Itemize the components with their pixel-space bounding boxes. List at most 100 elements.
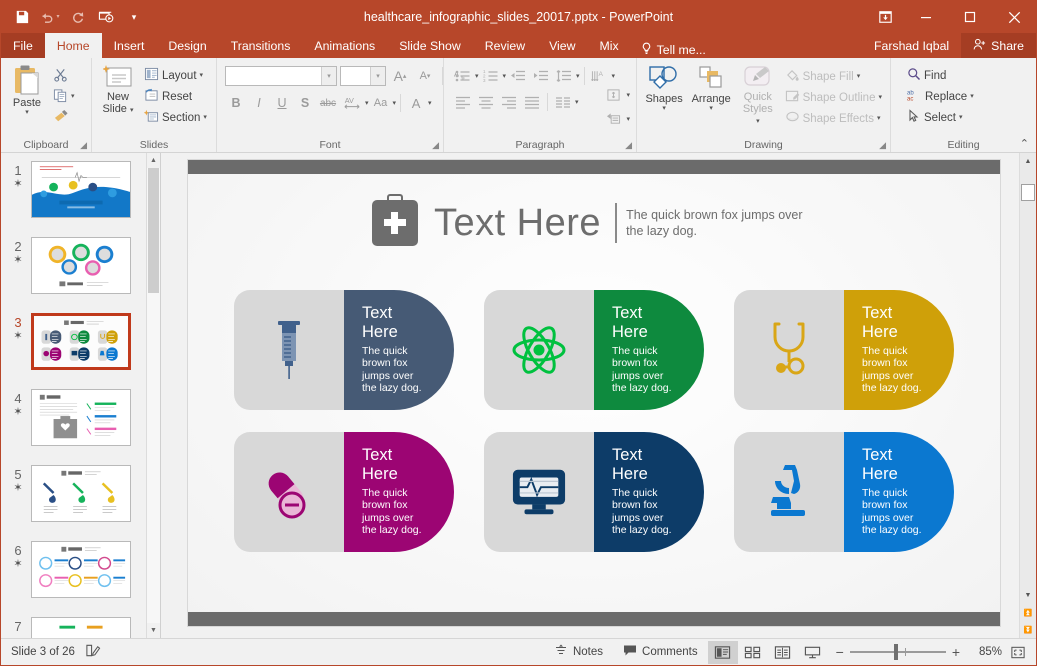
font-size-chevron-down-icon[interactable]: ▾ — [370, 67, 385, 85]
tab-mix[interactable]: Mix — [588, 33, 631, 58]
slide-sorter-view-button[interactable] — [738, 641, 768, 664]
columns-caret-icon[interactable]: ▾ — [575, 99, 579, 106]
shapes-button[interactable]: Shapes ▾ — [641, 63, 687, 114]
editor-scroll-thumb[interactable] — [1021, 184, 1035, 201]
card-pills[interactable]: Text Here The quick brown fox jumps over… — [234, 431, 454, 552]
underline-button[interactable]: U — [271, 92, 293, 114]
zoom-handle[interactable] — [893, 644, 898, 660]
editor-vertical-scrollbar[interactable]: ▲ ▼ ⏫ ⏬ — [1019, 153, 1036, 638]
close-button[interactable] — [992, 1, 1036, 33]
thumbnail-row-1[interactable]: 1 ✶ — [1, 161, 160, 237]
card-monitor[interactable]: Text Here The quick brown fox jumps over… — [484, 431, 704, 552]
numbering-button[interactable]: 123 — [480, 65, 502, 87]
character-spacing-button[interactable]: AV — [340, 92, 364, 114]
account-name[interactable]: Farshad Iqbal — [862, 39, 961, 53]
thumbnail-scroll-up-icon[interactable]: ▲ — [147, 153, 160, 168]
reading-view-button[interactable] — [768, 641, 798, 664]
zoom-level[interactable]: 85% — [968, 646, 1002, 658]
thumbnail-scroll-thumb[interactable] — [148, 168, 159, 293]
editor-scroll-track[interactable] — [1020, 201, 1036, 587]
reset-button[interactable]: Reset — [140, 86, 211, 107]
character-spacing-caret-icon[interactable]: ▾ — [365, 100, 369, 107]
cut-button[interactable] — [49, 65, 79, 86]
thumbnail-row-2[interactable]: 2 ✶ — [1, 237, 160, 313]
zoom-track[interactable] — [849, 644, 946, 660]
tab-insert[interactable]: Insert — [102, 33, 157, 58]
font-size-combo[interactable]: ▾ — [340, 66, 386, 86]
normal-view-button[interactable] — [707, 640, 738, 664]
fit-slide-button[interactable] — [1002, 645, 1028, 660]
comments-button[interactable]: Comments — [613, 639, 708, 666]
shape-fill-button[interactable]: Shape Fill ▾ — [781, 66, 886, 87]
thumbnail-scrollbar[interactable]: ▲ ▼ — [146, 153, 160, 638]
thumbnail-scroll-down-icon[interactable]: ▼ — [147, 623, 160, 638]
thumbnail-scroll-track[interactable] — [147, 168, 160, 623]
thumbnail-1[interactable] — [31, 161, 131, 218]
layout-caret-icon[interactable]: ▾ — [200, 72, 204, 79]
collapse-ribbon-button[interactable]: ⌃ — [1020, 137, 1029, 150]
paste-caret-icon[interactable]: ▾ — [25, 109, 29, 116]
section-caret-icon[interactable]: ▾ — [203, 114, 207, 121]
customize-qat-icon[interactable]: ▾ — [121, 4, 147, 30]
thumbnail-row-5[interactable]: 5 ✶ — [1, 465, 160, 541]
shape-effects-caret-icon[interactable]: ▾ — [877, 115, 881, 122]
zoom-in-button[interactable]: + — [952, 644, 960, 660]
card-syringe[interactable]: Text Here The quick brown fox jumps over… — [234, 289, 454, 410]
decrease-indent-button[interactable] — [507, 65, 529, 87]
paste-button[interactable]: Paste ▾ — [5, 63, 49, 118]
shapes-caret-icon[interactable]: ▾ — [662, 105, 666, 112]
copy-caret-icon[interactable]: ▾ — [71, 93, 75, 100]
slide-canvas[interactable]: Text Here The quick brown fox jumps over… — [188, 159, 1000, 626]
increase-font-size-button[interactable]: A ▴ — [389, 65, 411, 87]
zoom-slider[interactable]: − + — [828, 644, 968, 660]
thumbnail-row-3[interactable]: 3 ✶ — [1, 313, 160, 389]
drawing-dialog-launcher[interactable]: ◢ — [879, 140, 886, 151]
maximize-button[interactable] — [948, 1, 992, 33]
bullets-button[interactable] — [452, 65, 474, 87]
bold-button[interactable]: B — [225, 92, 247, 114]
align-left-button[interactable] — [452, 91, 474, 113]
font-color-caret-icon[interactable]: ▾ — [428, 100, 432, 107]
thumbnail-5[interactable] — [31, 465, 131, 522]
text-shadow-button[interactable]: S — [294, 92, 316, 114]
ribbon-display-options-icon[interactable] — [866, 1, 904, 33]
font-name-chevron-down-icon[interactable]: ▾ — [321, 67, 336, 85]
slide-header[interactable]: Text Here The quick brown fox jumps over… — [188, 193, 1000, 246]
zoom-out-button[interactable]: − — [836, 644, 844, 660]
tab-view[interactable]: View — [537, 33, 587, 58]
slide-show-view-button[interactable] — [798, 641, 828, 664]
align-text-button[interactable] — [602, 84, 624, 106]
redo-icon[interactable] — [65, 4, 91, 30]
thumbnail-2[interactable] — [31, 237, 131, 294]
quick-styles-caret-icon[interactable]: ▾ — [756, 118, 760, 125]
thumbnail-row-4[interactable]: 4 ✶ — [1, 389, 160, 465]
tab-file[interactable]: File — [1, 33, 45, 58]
font-dialog-launcher[interactable]: ◢ — [432, 140, 439, 151]
bullets-caret-icon[interactable]: ▾ — [475, 73, 479, 80]
find-button[interactable]: Find — [903, 65, 978, 86]
save-icon[interactable] — [9, 4, 35, 30]
increase-indent-button[interactable] — [530, 65, 552, 87]
card-microscope[interactable]: Text Here The quick brown fox jumps over… — [734, 431, 954, 552]
thumbnail-row-6[interactable]: 6 ✶ — [1, 541, 160, 617]
convert-to-smartart-button[interactable] — [602, 108, 624, 130]
new-slide-button[interactable]: New Slide ▾ — [96, 63, 140, 117]
strikethrough-button[interactable]: abc — [317, 92, 339, 114]
tab-animations[interactable]: Animations — [302, 33, 387, 58]
center-button[interactable] — [475, 91, 497, 113]
replace-button[interactable]: ab ac Replace ▾ — [903, 86, 978, 107]
font-color-button[interactable]: A — [405, 92, 427, 114]
card-stethoscope[interactable]: Text Here The quick brown fox jumps over… — [734, 289, 954, 410]
thumbnail-6[interactable] — [31, 541, 131, 598]
tab-home[interactable]: Home — [44, 33, 102, 58]
line-spacing-button[interactable] — [553, 65, 575, 87]
editor-scroll-up-icon[interactable]: ▲ — [1020, 153, 1036, 170]
arrange-button[interactable]: Arrange ▾ — [687, 63, 735, 114]
convert-smartart-caret-icon[interactable]: ▾ — [626, 116, 630, 123]
previous-slide-icon[interactable]: ⏫ — [1020, 604, 1036, 621]
thumbnail-4[interactable] — [31, 389, 131, 446]
start-presentation-icon[interactable] — [93, 4, 119, 30]
clipboard-dialog-launcher[interactable]: ◢ — [80, 140, 87, 151]
shape-outline-caret-icon[interactable]: ▾ — [878, 94, 882, 101]
italic-button[interactable]: I — [248, 92, 270, 114]
